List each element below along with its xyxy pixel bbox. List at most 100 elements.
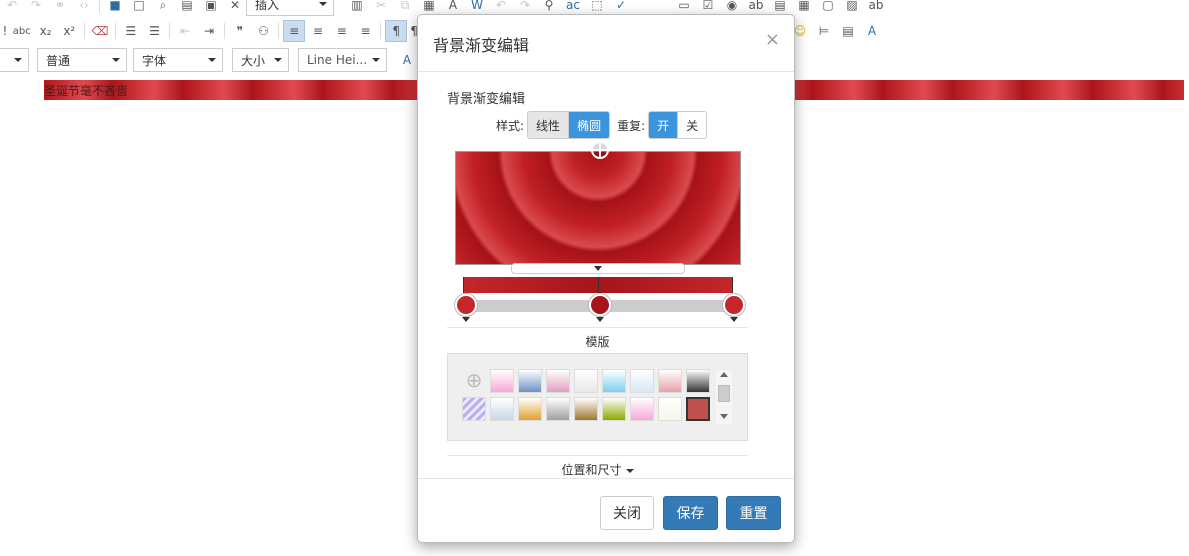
save-button[interactable]: 保存 bbox=[663, 496, 718, 530]
iframe-icon[interactable]: ▤ bbox=[837, 20, 859, 42]
chevron-down-icon bbox=[462, 317, 470, 322]
align-left-icon[interactable]: ≡ bbox=[283, 20, 306, 42]
chevron-down-icon bbox=[625, 468, 634, 473]
template-swatch[interactable] bbox=[574, 369, 598, 393]
chevron-down-icon bbox=[319, 2, 327, 6]
template-swatch[interactable] bbox=[686, 397, 710, 421]
template-swatch[interactable] bbox=[602, 369, 626, 393]
gradient-strip-midline bbox=[598, 277, 599, 293]
indent-icon[interactable]: ⇥ bbox=[198, 20, 220, 42]
link-icon[interactable]: ⚭ bbox=[49, 0, 71, 16]
hidden-field-icon[interactable]: ab bbox=[865, 0, 887, 16]
close-icon[interactable]: × bbox=[765, 29, 780, 50]
remove-format-icon[interactable]: ⌫ bbox=[89, 20, 111, 42]
template-swatch[interactable] bbox=[518, 397, 542, 421]
save-icon[interactable]: ■ bbox=[104, 0, 126, 16]
size-select-label: 大小 bbox=[241, 53, 266, 68]
gradient-stop-2[interactable] bbox=[723, 294, 745, 322]
image-button-icon[interactable]: ▨ bbox=[841, 0, 863, 16]
toolbar-separator bbox=[380, 23, 382, 39]
creatediv-icon[interactable]: ⚇ bbox=[253, 20, 275, 42]
template-swatch[interactable] bbox=[546, 397, 570, 421]
insert-select[interactable]: 插入 bbox=[246, 0, 334, 16]
close-button[interactable]: 关闭 bbox=[600, 496, 654, 530]
text-color-icon[interactable]: A bbox=[861, 20, 883, 42]
print-icon[interactable]: ▤ bbox=[176, 0, 198, 16]
chevron-down-icon bbox=[596, 317, 604, 322]
gradient-preview[interactable] bbox=[455, 151, 741, 265]
size-select[interactable]: 大小 bbox=[232, 48, 289, 72]
cut-doc-icon[interactable]: ▥ bbox=[346, 0, 368, 16]
template-swatch[interactable] bbox=[574, 397, 598, 421]
position-size-toggle[interactable]: 位置和尺寸 bbox=[447, 455, 748, 478]
chevron-down-icon bbox=[594, 266, 602, 271]
repeat-option-off[interactable]: 关 bbox=[678, 112, 707, 138]
templates-label: 模版 bbox=[447, 327, 748, 350]
undo-small-icon[interactable]: ↶ bbox=[1, 0, 23, 16]
copy-icon[interactable]: ⧉ bbox=[394, 0, 416, 16]
toolbar-separator bbox=[169, 23, 171, 39]
source-icon[interactable]: ‹› bbox=[73, 0, 95, 16]
outdent-icon[interactable]: ⇤ bbox=[174, 20, 196, 42]
scroll-thumb[interactable] bbox=[718, 385, 730, 402]
scroll-down-icon[interactable] bbox=[720, 414, 728, 419]
toolbar-separator bbox=[223, 23, 225, 39]
font-select-label: 字体 bbox=[142, 53, 167, 68]
banner-text: 圣诞节毫不吝啬 bbox=[44, 84, 129, 98]
gradient-stop-1[interactable] bbox=[589, 294, 611, 322]
button-field-icon[interactable]: ▢ bbox=[817, 0, 839, 16]
paragraph-format-select[interactable]: 普通 bbox=[37, 48, 127, 72]
template-icon[interactable]: ▣ bbox=[200, 0, 222, 16]
template-swatch[interactable] bbox=[630, 369, 654, 393]
font-color-icon[interactable]: A bbox=[396, 49, 418, 71]
strikethrough-icon[interactable]: abc bbox=[11, 20, 33, 42]
style-option-ellipse[interactable]: 椭圆 bbox=[569, 112, 610, 138]
preview-resize-handle[interactable] bbox=[511, 263, 685, 274]
scroll-up-icon[interactable] bbox=[720, 372, 728, 377]
font-select[interactable]: 字体 bbox=[133, 48, 223, 72]
template-swatch[interactable] bbox=[630, 397, 654, 421]
template-swatch[interactable] bbox=[490, 369, 514, 393]
align-center-icon[interactable]: ≡ bbox=[307, 20, 329, 42]
line-height-select[interactable]: Line Hei... bbox=[298, 48, 387, 72]
repeat-option-on[interactable]: 开 bbox=[649, 112, 679, 138]
style-select[interactable] bbox=[0, 48, 29, 72]
style-option-linear[interactable]: 线性 bbox=[528, 112, 570, 138]
toolbar-separator bbox=[278, 23, 280, 39]
gradient-stop-0[interactable] bbox=[455, 294, 477, 322]
redo-small-icon[interactable]: ↷ bbox=[25, 0, 47, 16]
paragraph-format-label: 普通 bbox=[46, 53, 71, 68]
style-toggle-group: 线性 椭圆 bbox=[527, 111, 611, 139]
unordered-list-icon[interactable]: ☰ bbox=[144, 20, 166, 42]
template-swatch[interactable] bbox=[686, 369, 710, 393]
swatch-scrollbar[interactable] bbox=[716, 370, 732, 424]
align-right-icon[interactable]: ≡ bbox=[331, 20, 353, 42]
blockquote-icon[interactable]: ❞ bbox=[229, 20, 251, 42]
template-swatch[interactable] bbox=[658, 397, 682, 421]
clear-icon[interactable]: ✕ bbox=[224, 0, 246, 16]
preview-icon[interactable]: ⌕ bbox=[152, 0, 174, 16]
template-swatch[interactable] bbox=[518, 369, 542, 393]
template-swatch[interactable] bbox=[658, 369, 682, 393]
ltr-icon[interactable]: ¶ bbox=[385, 20, 408, 42]
new-doc-icon[interactable]: □ bbox=[128, 0, 150, 16]
add-template-icon[interactable]: ⊕ bbox=[462, 369, 486, 393]
cut-icon[interactable]: ✂ bbox=[370, 0, 392, 16]
template-swatch[interactable] bbox=[490, 397, 514, 421]
template-swatch[interactable] bbox=[602, 397, 626, 421]
template-swatch[interactable] bbox=[546, 369, 570, 393]
superscript-icon[interactable]: x² bbox=[58, 20, 80, 42]
subscript-icon[interactable]: x₂ bbox=[35, 20, 57, 42]
gradient-center-handle[interactable] bbox=[591, 141, 609, 159]
page-break-icon[interactable]: ⊨ bbox=[813, 20, 835, 42]
bold-icon[interactable]: ! bbox=[1, 20, 9, 42]
ordered-list-icon[interactable]: ☰ bbox=[120, 20, 142, 42]
template-swatch[interactable] bbox=[462, 397, 486, 421]
line-height-select-label: Line Hei... bbox=[307, 53, 368, 67]
reset-button[interactable]: 重置 bbox=[726, 496, 781, 530]
align-justify-icon[interactable]: ≡ bbox=[355, 20, 377, 42]
chevron-down-icon bbox=[14, 58, 22, 62]
select-field-icon[interactable]: ▦ bbox=[793, 0, 815, 16]
gradient-strip bbox=[463, 277, 733, 293]
style-options-row: 样式: 线性 椭圆 重复: 开 关 bbox=[496, 111, 708, 139]
